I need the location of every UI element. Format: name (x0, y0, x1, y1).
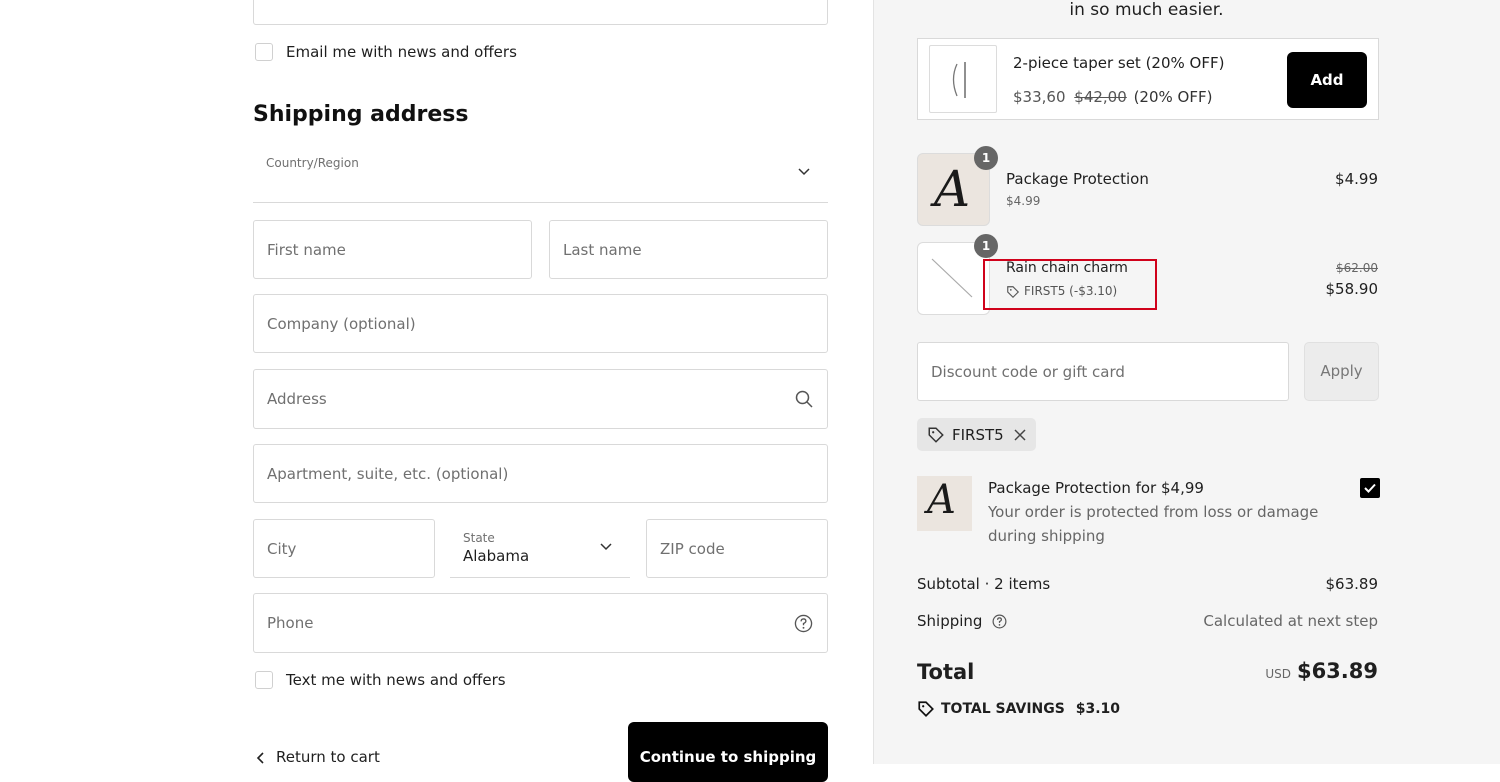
discount-code-placeholder: Discount code or gift card (931, 362, 1125, 381)
tag-icon (928, 427, 944, 443)
subtotal-label: Subtotal · 2 items (917, 575, 1051, 593)
order-summary-panel: in so much easier. 2-piece taper set (20… (873, 0, 1500, 764)
company-placeholder: Company (optional) (267, 314, 416, 333)
address-field[interactable]: Address (253, 369, 828, 429)
protection-title: Package Protection for $4,99 (988, 479, 1204, 497)
currency-code: USD (1265, 667, 1291, 681)
item-price: $4.99 (1335, 170, 1378, 188)
applied-discount-code: FIRST5 (952, 426, 1004, 444)
item-name: Rain chain charm (1006, 260, 1128, 276)
total-savings-value: $3.10 (1075, 701, 1121, 717)
upsell-price: $33,60 (1013, 88, 1066, 106)
tag-icon (1007, 285, 1020, 298)
help-icon[interactable] (794, 614, 813, 633)
shipping-value: Calculated at next step (1203, 612, 1378, 630)
tag-icon (918, 701, 934, 717)
phone-field[interactable]: Phone (253, 593, 828, 653)
protection-desc-line1: Your order is protected from loss or dam… (988, 503, 1319, 521)
address-placeholder: Address (267, 390, 327, 408)
email-offers-label: Email me with news and offers (286, 43, 517, 61)
total-savings-row: TOTAL SAVINGS $3.10 (917, 700, 1120, 718)
upsell-discount-note: (20% OFF) (1133, 88, 1213, 106)
upsell-add-label: Add (1310, 71, 1344, 89)
zip-code-placeholder: ZIP code (660, 539, 725, 558)
phone-placeholder: Phone (267, 614, 314, 632)
protection-logo: A (917, 476, 972, 531)
total-savings-label: TOTAL SAVINGS (941, 701, 1065, 717)
email-field[interactable] (253, 0, 828, 25)
protection-desc-line2: during shipping (988, 527, 1105, 545)
discount-code-field[interactable]: Discount code or gift card (917, 342, 1289, 401)
company-field[interactable]: Company (optional) (253, 294, 828, 353)
applied-discount-chip: FIRST5 (917, 418, 1036, 451)
search-icon (795, 390, 813, 408)
chevron-down-icon (600, 543, 612, 551)
shipping-address-title: Shipping address (253, 102, 469, 127)
item-name: Package Protection (1006, 170, 1149, 188)
text-offers-label: Text me with news and offers (286, 671, 506, 689)
first-name-placeholder: First name (267, 240, 346, 259)
city-placeholder: City (267, 539, 297, 558)
state-label: State (463, 531, 495, 545)
apartment-field[interactable]: Apartment, suite, etc. (optional) (253, 444, 828, 503)
protection-checkbox[interactable] (1360, 478, 1380, 498)
upsell-card: 2-piece taper set (20% OFF) $33,60 $42,0… (917, 38, 1379, 120)
logo-a-letter: A (927, 477, 956, 523)
continue-to-shipping-button[interactable]: Continue to shipping (628, 722, 828, 782)
state-value: Alabama (463, 547, 530, 565)
shipping-label: Shipping (917, 612, 983, 630)
quantity-badge: 1 (974, 146, 998, 170)
promo-text: in so much easier. (1069, 0, 1224, 20)
chevron-down-icon (798, 168, 810, 176)
upsell-product-image (929, 45, 997, 113)
return-to-cart-link[interactable]: Return to cart (256, 748, 380, 766)
country-region-label: Country/Region (266, 156, 359, 170)
last-name-placeholder: Last name (563, 240, 642, 259)
total-label: Total (917, 660, 975, 684)
email-offers-checkbox[interactable] (255, 43, 273, 61)
logo-a-letter: A (934, 160, 971, 218)
help-icon[interactable] (992, 614, 1007, 629)
close-icon[interactable] (1013, 428, 1027, 442)
country-region-select[interactable]: Country/Region (253, 146, 828, 203)
upsell-price-row: $33,60 $42,00 (20% OFF) (1013, 88, 1212, 106)
checkmark-icon (1364, 483, 1376, 493)
total-row-value: USD $63.89 (1265, 659, 1378, 683)
text-offers-checkbox[interactable] (255, 671, 273, 689)
city-field[interactable]: City (253, 519, 435, 578)
upsell-product-name: 2-piece taper set (20% OFF) (1013, 54, 1225, 72)
upsell-compare-price: $42,00 (1074, 88, 1127, 106)
apartment-placeholder: Apartment, suite, etc. (optional) (267, 464, 509, 483)
last-name-field[interactable]: Last name (549, 220, 828, 279)
subtotal-value: $63.89 (1325, 575, 1379, 593)
chevron-left-icon (256, 751, 264, 764)
return-to-cart-label: Return to cart (276, 748, 380, 766)
item-subprice: $4.99 (1006, 194, 1041, 208)
upsell-add-button[interactable]: Add (1287, 52, 1367, 108)
total-value: $63.89 (1296, 659, 1378, 683)
shipping-row-label: Shipping (917, 612, 1007, 630)
taper-candle-image (952, 62, 966, 98)
apply-label: Apply (1320, 362, 1363, 380)
apply-button[interactable]: Apply (1304, 342, 1379, 401)
first-name-field[interactable]: First name (253, 220, 532, 279)
quantity-badge: 1 (974, 234, 998, 258)
zip-code-field[interactable]: ZIP code (646, 519, 828, 578)
item-discount-code: FIRST5 (-$3.10) (1024, 284, 1118, 298)
item-compare-price: $62.00 (1336, 261, 1378, 275)
item-price: $58.90 (1325, 280, 1379, 298)
state-select[interactable]: State Alabama (450, 519, 630, 578)
item-discount: FIRST5 (-$3.10) (1006, 284, 1117, 299)
checkout-form-panel: Email me with news and offers Shipping a… (0, 0, 873, 782)
continue-to-shipping-label: Continue to shipping (639, 748, 817, 766)
